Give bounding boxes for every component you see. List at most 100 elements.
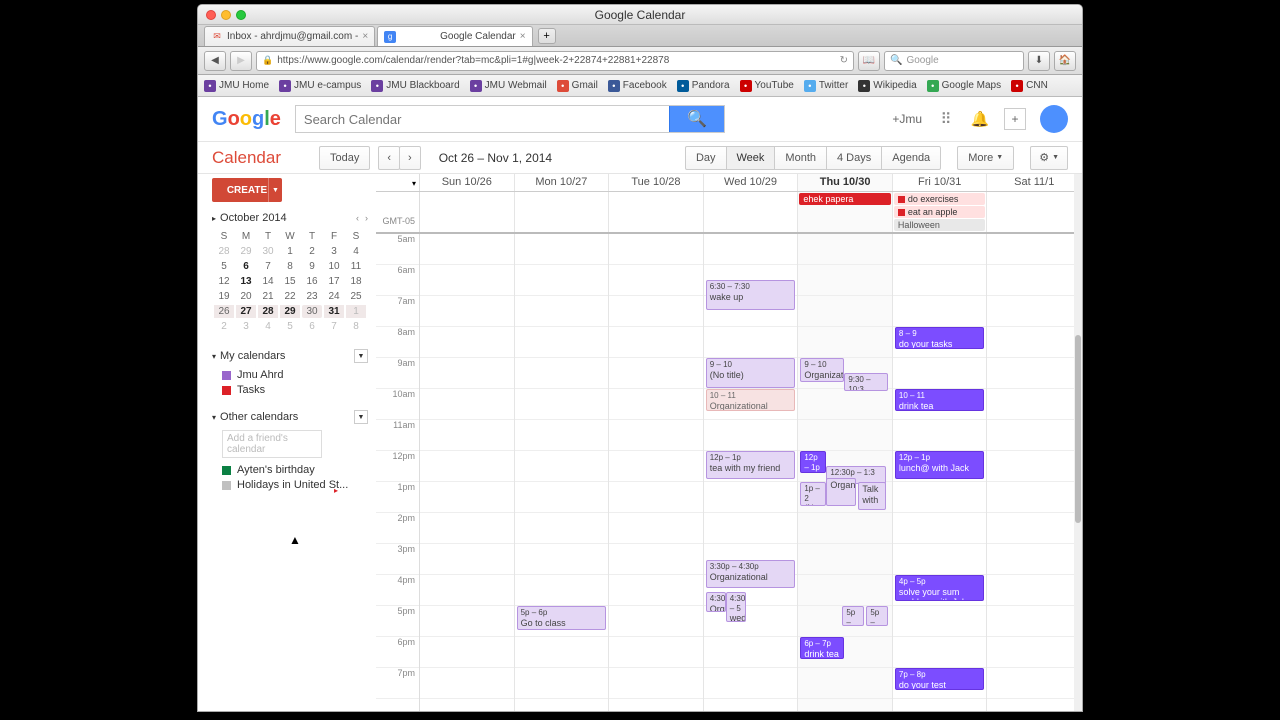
day-header[interactable]: Sun 10/26 (420, 174, 515, 191)
back-btn[interactable]: ◀ (204, 51, 226, 71)
google-logo[interactable]: Google (212, 108, 281, 131)
today-btn[interactable]: Today (319, 146, 370, 170)
col-tue[interactable] (609, 234, 704, 711)
tab-inbox[interactable]: ✉ Inbox - ahrdjmu@gmail.com - × (204, 26, 375, 46)
new-tab-btn[interactable]: + (538, 28, 556, 44)
day-header[interactable]: Thu 10/30 (798, 174, 893, 191)
bookmark[interactable]: •JMU Blackboard (371, 80, 459, 92)
view-week[interactable]: Week (726, 146, 776, 170)
event[interactable]: 8 – 9do your tasks (895, 327, 985, 349)
bookmark[interactable]: •YouTube (740, 80, 794, 92)
allday-fri[interactable]: do exerciseseat an appleHalloween (893, 192, 988, 232)
allday-tue[interactable] (609, 192, 704, 232)
create-dropdown[interactable]: ▼ (268, 178, 282, 202)
reader-btn[interactable]: 📖 (858, 51, 880, 71)
tab-close-icon[interactable]: × (362, 31, 368, 42)
allday-sun[interactable] (420, 192, 515, 232)
event[interactable]: 5p –me at (866, 606, 888, 626)
calendar-item[interactable]: Holidays in United St... (222, 479, 368, 491)
col-thu[interactable]: 9 – 10Organizat event9:30 – 10:3(No titl… (798, 234, 893, 711)
calendar-item[interactable]: Tasks (222, 384, 368, 396)
allday-thu[interactable]: ehek papera (798, 192, 893, 232)
browser-search[interactable]: 🔍 Google (884, 51, 1024, 71)
event[interactable]: 10 – 11Organizational meeting (706, 389, 796, 411)
view-agenda[interactable]: Agenda (881, 146, 941, 170)
mini-next[interactable]: › (365, 213, 368, 223)
forward-btn[interactable]: ▶ (230, 51, 252, 71)
mini-calendar[interactable]: SMTWTFS282930123456789101112131415161718… (212, 228, 368, 335)
allday-event[interactable]: Halloween (894, 219, 986, 231)
chevron-down-icon[interactable]: ▾ (412, 179, 416, 188)
reload-icon[interactable]: ↻ (840, 55, 848, 66)
bookmark[interactable]: •JMU Home (204, 80, 269, 92)
tab-calendar[interactable]: g Google Calendar × (377, 26, 532, 46)
event[interactable]: 6p – 7pdrink tea (800, 637, 844, 659)
event[interactable]: 4p – 5psolve your sum problem with John (895, 575, 985, 601)
next-btn[interactable]: › (399, 146, 421, 170)
view-month[interactable]: Month (774, 146, 827, 170)
apps-icon[interactable]: ⠿ (936, 109, 956, 129)
bookmark[interactable]: •Twitter (804, 80, 848, 92)
event[interactable]: 9 – 10(No title) (706, 358, 796, 388)
search-btn[interactable]: 🔍 (669, 106, 724, 132)
downloads-btn[interactable]: ⬇ (1028, 51, 1050, 71)
section-title[interactable]: Other calendars (220, 411, 298, 423)
bookmark[interactable]: •Google Maps (927, 80, 1001, 92)
day-header[interactable]: Fri 10/31 (893, 174, 988, 191)
calendar-item[interactable]: Ayten's birthday (222, 464, 368, 476)
section-title[interactable]: My calendars (220, 350, 285, 362)
add-friend-input[interactable]: Add a friend's calendar (222, 430, 322, 458)
collapse-icon[interactable]: ▸ (212, 214, 216, 223)
event[interactable]: Talk with (858, 482, 886, 510)
allday-event[interactable]: do exercises (894, 193, 986, 205)
col-sun[interactable] (420, 234, 515, 711)
event[interactable]: 4:30Orga (706, 592, 726, 612)
event[interactable]: 9 – 10Organizat event (800, 358, 844, 382)
home-btn[interactable]: 🏠 (1054, 51, 1076, 71)
event[interactable]: 9:30 – 10:3(No title) (844, 373, 888, 391)
event[interactable]: 4:30p – 5wed (726, 592, 746, 622)
col-wed[interactable]: 6:30 – 7:30wake up 9 – 10(No title)10 – 1… (704, 234, 799, 711)
url-input[interactable]: 🔒 https://www.google.com/calendar/render… (256, 51, 854, 71)
event[interactable]: 12p – 1porgan (800, 451, 826, 473)
create-btn[interactable]: CREATE ▼ (212, 178, 282, 202)
col-mon[interactable]: 5p – 6pGo to class (515, 234, 610, 711)
allday-event[interactable]: eat an apple (894, 206, 986, 218)
event[interactable]: 12p – 1plunch@ with Jack (895, 451, 985, 479)
allday-sat[interactable] (987, 192, 1082, 232)
event[interactable]: 12p – 1ptea with my friend (706, 451, 796, 479)
mini-prev[interactable]: ‹ (356, 213, 359, 223)
bell-icon[interactable]: 🔔 (970, 109, 990, 129)
view-day[interactable]: Day (685, 146, 727, 170)
day-header[interactable]: Sat 11/1 (987, 174, 1082, 191)
event[interactable]: 10 – 11drink tea (895, 389, 985, 411)
scrollbar[interactable] (1074, 174, 1082, 711)
view-4days[interactable]: 4 Days (826, 146, 882, 170)
bookmark[interactable]: •CNN (1011, 80, 1048, 92)
search-input[interactable] (296, 106, 669, 132)
allday-wed[interactable] (704, 192, 799, 232)
settings-btn[interactable]: ⚙ ▼ (1030, 146, 1068, 170)
bookmark[interactable]: •Facebook (608, 80, 667, 92)
section-menu[interactable]: ▼ (354, 410, 368, 424)
bookmark[interactable]: •JMU e-campus (279, 80, 361, 92)
share-btn[interactable]: + (1004, 108, 1026, 130)
event[interactable]: 5p –(No title (842, 606, 864, 626)
day-header[interactable]: Wed 10/29 (704, 174, 799, 191)
scroll-thumb[interactable] (1075, 335, 1081, 523)
calendar-item[interactable]: Jmu Ahrd (222, 369, 368, 381)
event[interactable]: 1p – 2(No title) (800, 482, 826, 506)
tab-close-icon[interactable]: × (520, 31, 526, 42)
day-header[interactable]: Mon 10/27 (515, 174, 610, 191)
bookmark[interactable]: •Gmail (557, 80, 598, 92)
event[interactable]: 5p – 6pGo to class (517, 606, 607, 630)
event[interactable]: Organi (826, 478, 856, 506)
event[interactable]: 6:30 – 7:30wake up (706, 280, 796, 310)
col-fri[interactable]: 8 – 9do your tasks 10 – 11drink tea 12p – … (893, 234, 988, 711)
bookmark[interactable]: •Pandora (677, 80, 730, 92)
avatar[interactable] (1040, 105, 1068, 133)
event[interactable]: 3:30p – 4:30pOrganizational (706, 560, 796, 588)
prev-btn[interactable]: ‹ (378, 146, 400, 170)
allday-event[interactable]: ehek papera (799, 193, 891, 205)
bookmark[interactable]: •Wikipedia (858, 80, 916, 92)
